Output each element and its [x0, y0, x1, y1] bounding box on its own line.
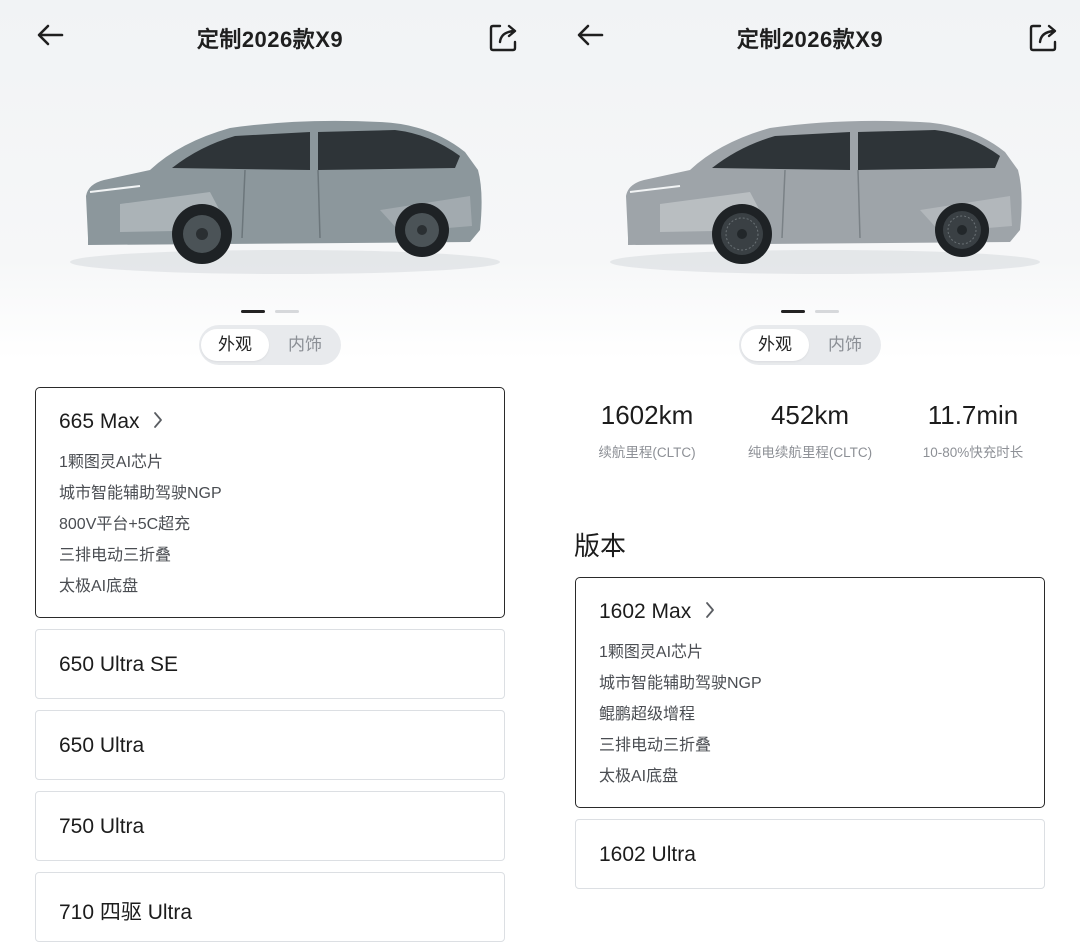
- carousel-dot[interactable]: [815, 310, 839, 313]
- version-card[interactable]: 650 Ultra: [35, 710, 505, 780]
- feature-item: 1颗图灵AI芯片: [599, 644, 704, 661]
- view-toggle: 外观 内饰: [199, 325, 341, 365]
- share-button[interactable]: [1024, 18, 1064, 56]
- version-card[interactable]: 1602 Ultra: [575, 819, 1045, 889]
- stat-electric-range: 452km 纯电续航里程(CLTC): [735, 400, 885, 461]
- chevron-right-icon: [154, 412, 163, 428]
- section-title: 版本: [574, 531, 627, 561]
- share-icon: [1029, 24, 1057, 52]
- carousel-dot-active[interactable]: [241, 310, 265, 313]
- version-name: 1602 Max: [599, 600, 715, 624]
- version-name: 650 Ultra SE: [59, 653, 179, 676]
- stat-value: 11.7min: [927, 400, 1019, 430]
- share-button[interactable]: [484, 18, 524, 56]
- stat-label: 续航里程(CLTC): [598, 445, 696, 460]
- share-icon: [489, 24, 517, 52]
- left-screen: 定制2026款X9 外观 内饰 665 Max 1颗图灵AI芯片 城市智能辅助驾…: [0, 0, 540, 952]
- stat-label: 10-80%快充时长: [922, 445, 1024, 460]
- stat-label: 纯电续航里程(CLTC): [747, 445, 873, 460]
- tab-interior[interactable]: 内饰: [811, 329, 879, 361]
- nav-header: 定制2026款X9: [0, 0, 540, 72]
- tab-interior[interactable]: 内饰: [271, 329, 339, 361]
- feature-item: 城市智能辅助驾驶NGP: [599, 675, 762, 692]
- version-card-selected[interactable]: 1602 Max 1颗图灵AI芯片 城市智能辅助驾驶NGP 鲲鹏超级增程 三排电…: [575, 577, 1045, 808]
- car-exterior-image[interactable]: [60, 100, 500, 290]
- feature-item: 太极AI底盘: [599, 768, 679, 785]
- version-card[interactable]: 750 Ultra: [35, 791, 505, 861]
- chevron-right-icon: [706, 602, 714, 618]
- view-toggle: 外观 内饰: [739, 325, 881, 365]
- carousel-indicator: [0, 310, 540, 314]
- carousel-indicator: [540, 310, 1080, 314]
- feature-item: 800V平台+5C超充: [59, 516, 191, 533]
- version-name: 1602 Ultra: [599, 843, 696, 866]
- feature-item: 鲲鹏超级增程: [599, 706, 696, 723]
- version-name: 750 Ultra: [59, 815, 145, 838]
- feature-item: 三排电动三折叠: [59, 547, 172, 564]
- version-name: 710 四驱 Ultra: [59, 901, 193, 924]
- tab-exterior[interactable]: 外观: [741, 329, 809, 361]
- feature-item: 1颗图灵AI芯片: [59, 454, 164, 471]
- stat-value: 452km: [770, 400, 850, 430]
- page-title: 定制2026款X9: [196, 27, 344, 52]
- version-card-selected[interactable]: 665 Max 1颗图灵AI芯片 城市智能辅助驾驶NGP 800V平台+5C超充…: [35, 387, 505, 618]
- car-exterior-image[interactable]: [600, 100, 1040, 290]
- feature-item: 太极AI底盘: [59, 578, 139, 595]
- tab-exterior[interactable]: 外观: [201, 329, 269, 361]
- feature-item: 城市智能辅助驾驶NGP: [59, 485, 222, 502]
- feature-item: 三排电动三折叠: [599, 737, 712, 754]
- stat-charge-time: 11.7min 10-80%快充时长: [903, 400, 1043, 461]
- carousel-dot[interactable]: [275, 310, 299, 313]
- right-screen: 定制2026款X9 外观 内饰 1602km 续航里程(CLTC) 452km …: [540, 0, 1080, 952]
- version-card[interactable]: 710 四驱 Ultra: [35, 872, 505, 942]
- stat-range: 1602km 续航里程(CLTC): [577, 400, 717, 461]
- carousel-dot-active[interactable]: [781, 310, 805, 313]
- stat-value: 1602km: [600, 400, 694, 430]
- version-name: 665 Max: [59, 410, 163, 434]
- version-card[interactable]: 650 Ultra SE: [35, 629, 505, 699]
- nav-header: 定制2026款X9: [540, 0, 1080, 72]
- version-name: 650 Ultra: [59, 734, 145, 757]
- page-title: 定制2026款X9: [736, 27, 884, 52]
